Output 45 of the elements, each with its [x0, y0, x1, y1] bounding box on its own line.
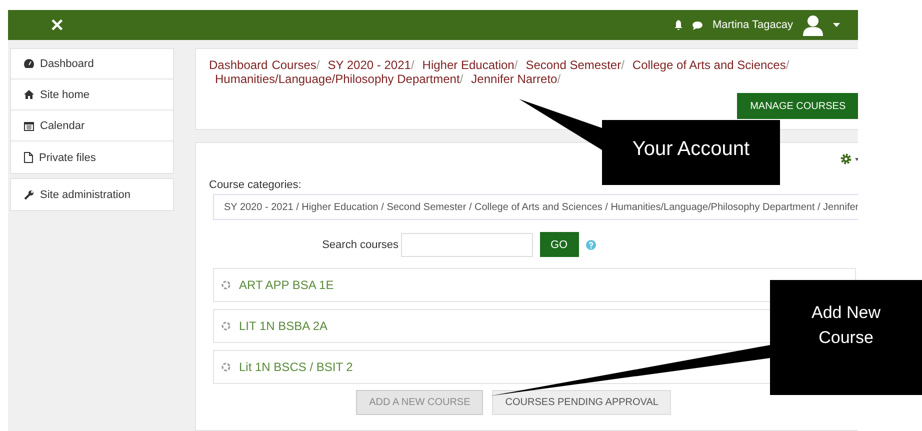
breadcrumb-link[interactable]: Courses [272, 58, 316, 72]
calendar-icon [24, 120, 34, 130]
chat-icon[interactable] [692, 20, 704, 30]
drag-icon[interactable] [221, 280, 231, 290]
drag-icon[interactable] [221, 321, 231, 331]
breadcrumb-separator: / [514, 58, 518, 72]
field-label: Course categories: [209, 179, 302, 191]
caret-icon[interactable] [854, 158, 858, 160]
sidebar-item[interactable]: Dashboard [11, 49, 173, 80]
drag-icon[interactable] [221, 362, 231, 372]
sidebar-item[interactable]: Calendar [11, 111, 173, 142]
breadcrumb-separator: / [410, 58, 414, 72]
breadcrumb-separator: / [621, 58, 624, 72]
dashboard-icon [24, 59, 34, 68]
breadcrumb-link[interactable]: Second Semester [526, 58, 622, 72]
breadcrumb-separator: / [460, 72, 464, 86]
breadcrumb-link[interactable]: College of Arts and Sciences [632, 58, 786, 72]
sidebar-item[interactable]: Site home [11, 80, 173, 111]
breadcrumb-link[interactable]: Higher Education [422, 58, 514, 72]
search-label: Search courses [322, 238, 399, 250]
breadcrumb-separator: / [557, 72, 561, 86]
breadcrumb-link[interactable]: SY 2020 - 2021 [328, 58, 411, 72]
settings-icon[interactable] [840, 153, 852, 165]
sidebar-item[interactable]: Site administration [11, 179, 173, 210]
home-icon [24, 90, 34, 99]
course-item[interactable]: ART APP BSA 1E [213, 268, 856, 302]
callout-tooltip: Your Account [602, 120, 780, 185]
file-icon [24, 152, 33, 163]
caret-icon[interactable] [833, 23, 840, 27]
breadcrumb-link[interactable]: Dashboard [209, 58, 268, 72]
callout-tooltip: Add New Course [770, 280, 922, 395]
close-button[interactable]: ✕ [46, 14, 68, 36]
sidebar-item[interactable]: Private files [11, 142, 173, 173]
course-action-button[interactable]: COURSES PENDING APPROVAL [492, 390, 672, 415]
go-button[interactable]: GO [540, 232, 579, 257]
breadcrumb-separator: / [316, 58, 320, 72]
breadcrumb-separator: / [786, 58, 790, 72]
manage-courses-button[interactable]: MANAGE COURSES [737, 93, 858, 119]
search-field[interactable] [400, 232, 533, 256]
breadcrumb-link[interactable]: Humanities/Language/Philosophy Department [215, 72, 460, 86]
avatar-icon[interactable] [802, 14, 824, 36]
bell-icon[interactable] [674, 20, 684, 30]
breadcrumb-link[interactable]: Jennifer Narreto [471, 72, 558, 86]
wrench-icon [24, 190, 34, 200]
user-name[interactable]: Martina Tagacay [712, 19, 793, 31]
